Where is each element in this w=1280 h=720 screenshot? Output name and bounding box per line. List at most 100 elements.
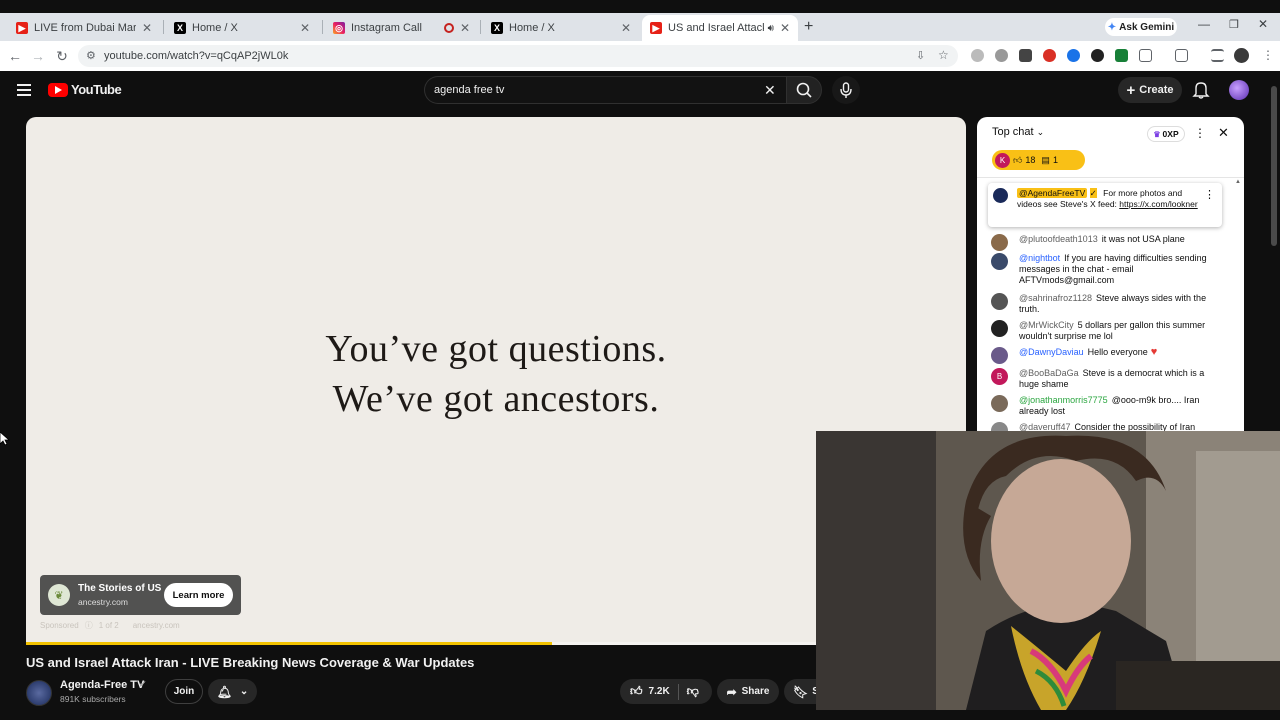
chat-avatar[interactable]: B — [991, 368, 1008, 385]
chat-avatar[interactable] — [991, 293, 1008, 310]
extensions-puzzle-icon[interactable] — [1139, 49, 1152, 62]
close-tab-icon[interactable]: ✕ — [460, 21, 470, 35]
video-title: US and Israel Attack Iran - LIVE Breakin… — [26, 655, 475, 670]
chat-author[interactable]: @nightbot — [1019, 253, 1060, 263]
live-chat-panel: Top chat ⌄ ♛ 0XP ⋮ ✕ K 👍︎ 18 ▤ 1 @Agenda… — [977, 117, 1244, 431]
pinned-more-icon[interactable]: ⋮ — [1204, 188, 1215, 201]
browser-tab-1[interactable]: ▶ LIVE from Dubai Marina – Tensi ✕ — [8, 15, 160, 41]
chat-scrollbar[interactable]: ▲ — [1235, 179, 1241, 431]
sidepanel-icon[interactable] — [1175, 49, 1188, 62]
chat-avatar[interactable] — [991, 234, 1008, 251]
bookmark-star-icon[interactable]: ☆ — [938, 48, 949, 62]
browser-tab-4[interactable]: X Home / X ✕ — [483, 15, 639, 41]
minimize-window-button[interactable]: — — [1198, 17, 1210, 31]
info-icon[interactable]: ⓘ — [85, 620, 93, 631]
channel-avatar[interactable] — [26, 680, 52, 706]
browser-tab-2[interactable]: X Home / X ✕ — [166, 15, 318, 41]
chat-message-body: @nightbot If you are having difficulties … — [1019, 253, 1226, 286]
site-info-icon[interactable]: ⚙ — [86, 49, 96, 62]
subscriber-count: 891K subscribers — [60, 694, 126, 704]
account-avatar[interactable] — [1229, 80, 1249, 100]
save-button[interactable]: 🔖︎ S — [784, 679, 816, 704]
extension-icon[interactable] — [971, 49, 984, 62]
chat-mode-selector[interactable]: Top chat ⌄ — [992, 126, 1044, 138]
speaker-icon[interactable]: 🔊︎ — [768, 23, 774, 34]
webcam-overlay — [816, 431, 1280, 710]
chevron-down-icon: ⌄ — [1036, 126, 1045, 137]
browser-tab-3[interactable]: ◎ Instagram Call ✕ — [325, 15, 478, 41]
notifications-bell-icon[interactable] — [1192, 80, 1210, 100]
extension-icon[interactable] — [1043, 49, 1056, 62]
save-label: S — [812, 686, 816, 697]
bookmark-icon: 🔖︎ — [793, 684, 809, 699]
close-tab-icon[interactable]: ✕ — [780, 21, 790, 35]
restore-window-button[interactable]: ❐ — [1229, 18, 1239, 31]
chat-author[interactable]: @plutoofdeath1013 — [1019, 234, 1098, 244]
extension-icon[interactable] — [1067, 49, 1080, 62]
chat-author[interactable]: @daveruff47 — [1019, 422, 1071, 431]
pinned-link[interactable]: https://x.com/lookner — [1119, 199, 1197, 209]
browser-menu-icon[interactable]: ⋮ — [1262, 48, 1274, 62]
chat-avatar[interactable] — [991, 347, 1008, 364]
chat-avatar[interactable] — [991, 320, 1008, 337]
chat-message-body: @MrWickCity 5 dollars per gallon this sum… — [1019, 320, 1226, 342]
chat-avatar[interactable] — [991, 422, 1008, 431]
chat-avatar[interactable] — [991, 253, 1008, 270]
chat-message-body: @daveruff47 Consider the possibility of I… — [1019, 422, 1226, 431]
youtube-logo[interactable]: YouTube — [48, 82, 122, 97]
crown-icon: ♛ — [1153, 129, 1161, 139]
ad-card[interactable]: ❦ The Stories of US ancestry.com Learn m… — [40, 575, 241, 615]
chat-message: @plutoofdeath1013 it was not USA plane — [991, 234, 1226, 251]
join-button[interactable]: Join — [165, 679, 203, 704]
share-button[interactable]: ➦ Share — [717, 679, 779, 704]
channel-name[interactable]: Agenda-Free TV — [60, 679, 144, 691]
verified-badge-icon: ✔ — [139, 679, 147, 689]
close-window-button[interactable]: ✕ — [1258, 17, 1268, 31]
chat-author[interactable]: @DawnyDaviau — [1019, 347, 1084, 357]
chat-text: Hello everyone — [1087, 347, 1148, 357]
chat-avatar[interactable] — [991, 395, 1008, 412]
new-tab-button[interactable]: + — [804, 18, 813, 36]
search-button[interactable] — [786, 76, 822, 104]
subscribe-notification-button[interactable]: 🔔︎ ⌄ — [208, 679, 257, 704]
browser-tab-5-active[interactable]: ▶ US and Israel Attack Iran - L 🔊︎ ✕ — [642, 15, 798, 41]
xp-badge[interactable]: ♛ 0XP — [1147, 126, 1185, 142]
voice-search-button[interactable] — [832, 76, 860, 104]
sponsored-domain: ancestry.com — [132, 621, 180, 630]
tab-title: Home / X — [509, 22, 555, 34]
close-tab-icon[interactable]: ✕ — [300, 21, 310, 35]
ad-headline-line2: We’ve got ancestors. — [332, 378, 660, 420]
ask-gemini-button[interactable]: ✦ Ask Gemini — [1105, 18, 1177, 36]
media-control-icon[interactable] — [1211, 49, 1224, 62]
hamburger-menu-icon[interactable] — [17, 84, 31, 96]
poll-banner[interactable]: K 👍︎ 18 ▤ 1 — [992, 150, 1085, 170]
extension-icon[interactable] — [995, 49, 1008, 62]
heart-emoji-icon: ♥ — [1150, 346, 1158, 358]
close-tab-icon[interactable]: ✕ — [142, 21, 152, 35]
dislike-button[interactable]: 👎︎ — [687, 684, 699, 699]
chat-more-icon[interactable]: ⋮ — [1194, 126, 1206, 140]
scroll-up-icon[interactable]: ▲ — [1235, 179, 1241, 185]
search-input[interactable]: agenda free tv — [434, 84, 504, 96]
close-chat-icon[interactable]: ✕ — [1218, 125, 1229, 141]
profile-avatar[interactable] — [1234, 48, 1249, 63]
extension-icon[interactable] — [1019, 49, 1032, 62]
extension-icon[interactable] — [1091, 49, 1104, 62]
learn-more-button[interactable]: Learn more — [164, 583, 233, 607]
ad-headline-line1: You’ve got questions. — [325, 328, 667, 370]
like-button[interactable]: 👍︎ 7.2K — [620, 684, 670, 699]
close-tab-icon[interactable]: ✕ — [621, 21, 631, 35]
reload-icon[interactable]: ↻ — [53, 47, 71, 65]
install-app-icon[interactable]: ⇩ — [916, 49, 925, 62]
chat-author[interactable]: @sahrinafroz1128 — [1019, 293, 1092, 303]
create-button[interactable]: + Create — [1118, 77, 1182, 103]
forward-arrow-icon[interactable]: → — [29, 47, 47, 65]
chat-author[interactable]: @MrWickCity — [1019, 320, 1074, 330]
clear-search-icon[interactable]: ✕ — [764, 82, 776, 99]
back-arrow-icon[interactable]: ← — [6, 47, 24, 65]
page-scrollbar[interactable] — [1271, 86, 1277, 246]
chat-author[interactable]: @BooBaDaGa — [1019, 368, 1079, 378]
chat-author[interactable]: @jonathanmorris7775 — [1019, 395, 1108, 405]
xp-value: 0XP — [1162, 129, 1179, 139]
extension-icon[interactable] — [1115, 49, 1128, 62]
